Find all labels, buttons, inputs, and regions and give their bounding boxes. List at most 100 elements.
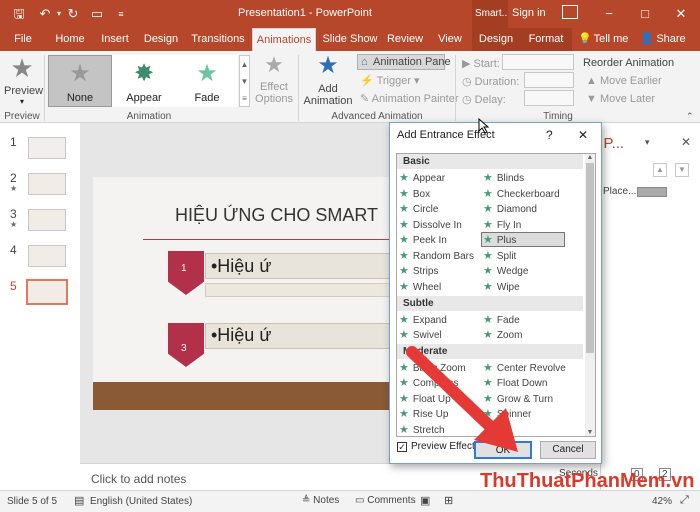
slide-count: Slide 5 of 5	[7, 496, 58, 507]
item-text: •Hiệu ứ	[211, 256, 272, 276]
share-button[interactable]: Share	[654, 28, 688, 51]
effect-strips[interactable]: ★ Strips	[399, 264, 438, 279]
title-bar: 🖫 ↶ ▾ ↻ ▭ ≡ Presentation1 - PowerPoint S…	[0, 0, 700, 28]
spellcheck-icon[interactable]: ▤	[74, 494, 84, 507]
effect-blinds[interactable]: ★ Blinds	[483, 171, 524, 186]
duration-input[interactable]	[524, 72, 574, 88]
help-icon[interactable]: ?	[546, 128, 553, 142]
redo-icon[interactable]: ↻	[64, 4, 82, 24]
slide-thumbnail[interactable]	[28, 209, 66, 231]
scroll-down-icon[interactable]: ▼	[585, 429, 595, 436]
smartart-tools-title: Smart...	[472, 0, 508, 28]
document-title: Presentation1 - PowerPoint	[238, 7, 372, 19]
close-button[interactable]: ✕	[664, 0, 698, 28]
effect-star-icon: ★	[399, 219, 409, 231]
slide-thumbnail[interactable]	[28, 173, 66, 195]
tab-view[interactable]: View	[432, 28, 468, 51]
save-icon[interactable]: 🖫	[10, 4, 28, 24]
effect-checkerboard[interactable]: ★ Checkerboard	[483, 187, 560, 202]
notes-icon: ≜	[302, 495, 311, 506]
sign-in-link[interactable]: Sign in	[512, 7, 546, 19]
gallery-none[interactable]: ★ None	[48, 55, 112, 107]
tab-transitions[interactable]: Transitions	[188, 28, 248, 51]
pane-options-icon[interactable]: ▾	[645, 137, 650, 148]
effect-wipe[interactable]: ★ Wipe	[483, 280, 520, 295]
animation-pane: n P... ▾ ✕ ▲ ▼ Place... Seconds 0 2	[559, 123, 700, 490]
ribbon-display-icon[interactable]	[562, 5, 578, 19]
fit-slide-icon[interactable]: ⤢	[680, 494, 689, 507]
effect-wheel[interactable]: ★ Wheel	[399, 280, 441, 295]
start-dropdown[interactable]	[502, 54, 574, 70]
add-animation-icon: ★	[317, 52, 339, 79]
pane-close-icon[interactable]: ✕	[681, 135, 691, 149]
customize-qat-icon[interactable]: ≡	[112, 4, 130, 24]
tab-home[interactable]: Home	[50, 28, 90, 51]
tab-review[interactable]: Review	[384, 28, 426, 51]
gallery-fade[interactable]: ★ Fade	[176, 55, 238, 107]
animation-pane-button[interactable]: ⌂ Animation Pane	[357, 54, 451, 70]
listbox-scrollbar[interactable]: ▲ ▼	[585, 154, 595, 436]
slide-thumbnail[interactable]	[28, 245, 66, 267]
effect-plus-selected[interactable]: ★ Plus	[481, 232, 565, 247]
delay-input[interactable]	[524, 90, 574, 106]
animation-painter-button[interactable]: ✎ Animation Painter	[360, 92, 459, 105]
effect-peek-in[interactable]: ★ Peek In	[399, 233, 447, 248]
effect-star-icon: ★	[483, 281, 493, 293]
slide-title[interactable]: HIỆU ỨNG CHO SMART	[175, 205, 378, 226]
effect-fade[interactable]: ★ Fade	[483, 313, 520, 328]
wood-floor	[93, 382, 393, 410]
tell-me-box[interactable]: Tell me	[592, 28, 630, 51]
effect-circle[interactable]: ★ Circle	[399, 202, 438, 217]
maximize-button[interactable]: □	[628, 0, 662, 28]
effect-dissolve-in[interactable]: ★ Dissolve In	[399, 218, 462, 233]
tab-file[interactable]: File	[8, 28, 38, 51]
gallery-scroll[interactable]: ▲ ▼ ≡	[239, 55, 250, 107]
dialog-close-icon[interactable]: ✕	[578, 128, 588, 142]
effect-diamond[interactable]: ★ Diamond	[483, 202, 537, 217]
effect-expand[interactable]: ★ Expand	[399, 313, 447, 328]
cancel-button[interactable]: Cancel	[540, 441, 596, 459]
effect-star-icon: ★	[483, 250, 493, 262]
powerpoint-window: 🖫 ↶ ▾ ↻ ▭ ≡ Presentation1 - PowerPoint S…	[0, 0, 700, 512]
move-down-icon[interactable]: ▼	[675, 163, 689, 177]
effect-box[interactable]: ★ Box	[399, 187, 430, 202]
effect-appear[interactable]: ★ Appear	[399, 171, 445, 186]
comments-toggle[interactable]: ▭ Comments	[355, 495, 416, 506]
clock-icon: ◷	[462, 76, 472, 88]
item-number: 1	[181, 263, 187, 274]
language-indicator[interactable]: English (United States)	[90, 496, 192, 507]
minimize-button[interactable]: −	[592, 0, 626, 28]
add-animation-button[interactable]: ★ Add Animation	[302, 53, 354, 109]
smartart-item[interactable]	[205, 283, 393, 297]
effect-options-button[interactable]: ★ Effect Options	[254, 54, 294, 109]
scroll-up-icon[interactable]: ▲	[585, 154, 595, 161]
present-icon[interactable]: ▭	[88, 4, 106, 24]
effect-random-bars[interactable]: ★ Random Bars	[399, 249, 474, 264]
scroll-thumb[interactable]	[586, 163, 594, 353]
move-earlier-button[interactable]: ▲ Move Earlier	[586, 75, 662, 87]
tab-smartart-format[interactable]: Format	[520, 28, 572, 51]
slide-thumbnail[interactable]	[28, 137, 66, 159]
trigger-button[interactable]: ⚡ Trigger ▾	[360, 74, 420, 87]
gallery-appear[interactable]: ✸ Appear	[112, 55, 176, 107]
move-later-button[interactable]: ▼ Move Later	[586, 93, 655, 105]
slide-thumbnail-selected[interactable]	[26, 279, 68, 305]
effect-star-icon: ★	[399, 172, 409, 184]
effect-fly-in[interactable]: ★ Fly In	[483, 218, 521, 233]
item-text: •Hiệu ứ	[211, 325, 272, 345]
tab-insert[interactable]: Insert	[96, 28, 134, 51]
tab-slide-show[interactable]: Slide Show	[322, 28, 378, 51]
notes-toggle[interactable]: ≜ Notes	[302, 495, 339, 506]
move-up-icon[interactable]: ▲	[653, 163, 667, 177]
tab-animations[interactable]: Animations	[252, 28, 316, 51]
tab-design[interactable]: Design	[140, 28, 182, 51]
effect-split[interactable]: ★ Split	[483, 249, 516, 264]
effect-wedge[interactable]: ★ Wedge	[483, 264, 528, 279]
tab-smartart-design[interactable]: Design	[472, 28, 520, 51]
collapse-ribbon-icon[interactable]: ⌃	[686, 111, 694, 122]
slide-sorter-icon[interactable]: ⊞	[444, 494, 453, 507]
normal-view-icon[interactable]: ▣	[420, 494, 430, 507]
slide-canvas[interactable]: HIỆU ỨNG CHO SMART 1 •Hiệu ứ 3 •Hiệu ứ	[93, 177, 393, 410]
zoom-level[interactable]: 42%	[652, 496, 672, 507]
preview-button[interactable]: ★ Preview ▾	[4, 55, 43, 107]
